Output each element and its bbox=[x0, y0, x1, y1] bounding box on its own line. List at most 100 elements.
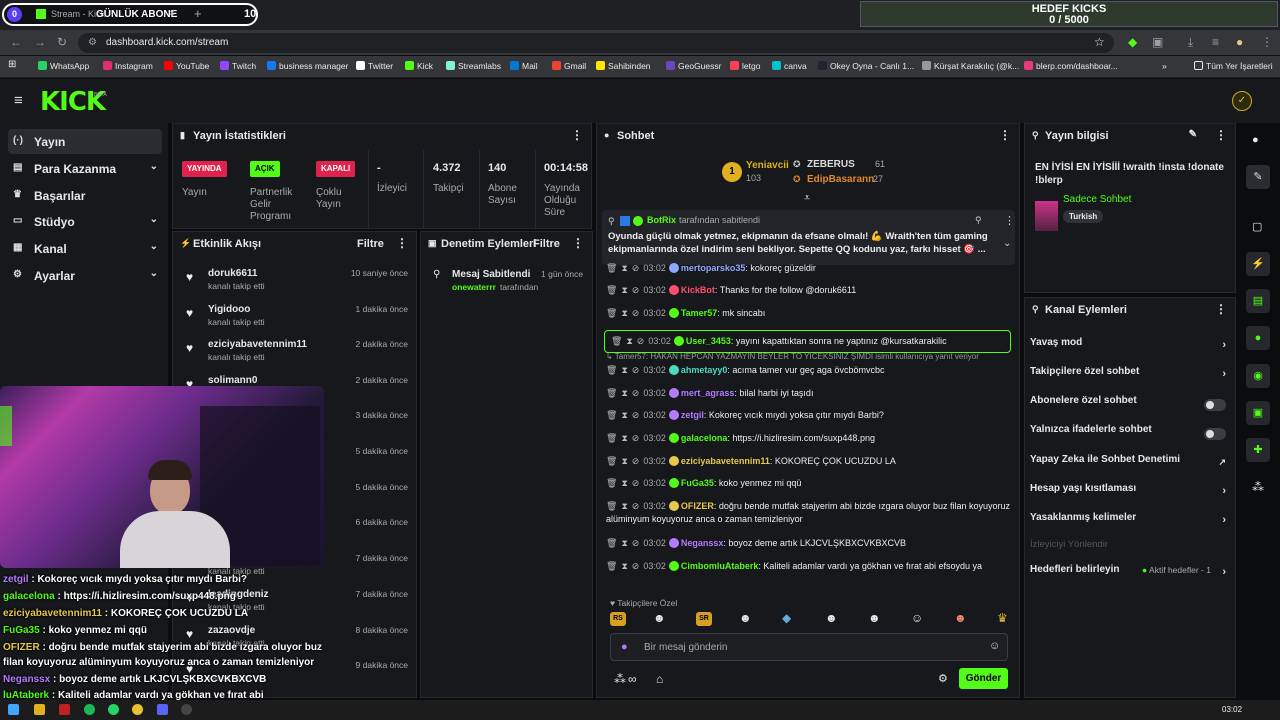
shield-icon[interactable]: ◆ bbox=[1128, 35, 1137, 49]
bookmark-streamlabs[interactable]: Streamlabs bbox=[446, 61, 501, 71]
delete-icon[interactable]: 🗑 bbox=[606, 410, 617, 420]
more-actions-icon[interactable]: ⁂ bbox=[1252, 480, 1264, 494]
emote[interactable]: ☻ bbox=[825, 611, 838, 625]
delete-icon[interactable]: 🗑 bbox=[611, 336, 622, 346]
browser-menu-icon[interactable]: ⋮ bbox=[1261, 35, 1273, 49]
chat-username[interactable]: OFIZER bbox=[681, 501, 714, 511]
all-bookmarks[interactable]: Tüm Yer İşaretleri bbox=[1194, 61, 1273, 71]
chat-username[interactable]: mert_agrass bbox=[681, 388, 735, 398]
sidebar-item-studyo[interactable]: ▭ Stüdyo ⌄ bbox=[8, 209, 162, 234]
media-icon[interactable]: ≡ bbox=[1212, 35, 1219, 49]
more-options-icon[interactable]: ⋮ bbox=[1215, 128, 1227, 142]
timeout-icon[interactable]: ⧗ bbox=[621, 285, 627, 295]
chat-username[interactable]: KickBot bbox=[681, 285, 715, 295]
timeout-icon[interactable]: ⧗ bbox=[621, 410, 627, 420]
bookmark-star-icon[interactable]: ☆ bbox=[1094, 35, 1105, 49]
ban-icon[interactable]: ⊘ bbox=[632, 263, 640, 273]
timeout-icon[interactable]: ⧗ bbox=[621, 538, 627, 548]
more-options-icon[interactable]: ⋮ bbox=[571, 128, 583, 142]
ban-icon[interactable]: ⊘ bbox=[632, 433, 640, 443]
filter-button[interactable]: Filtre bbox=[357, 238, 384, 250]
delete-icon[interactable]: 🗑 bbox=[606, 561, 617, 571]
emote[interactable]: ◆ bbox=[782, 611, 791, 625]
bookmark-blerp[interactable]: blerp.com/dashboar... bbox=[1024, 61, 1118, 71]
kicks-icon[interactable]: ⁂ bbox=[614, 672, 626, 686]
timeout-icon[interactable]: ⧗ bbox=[621, 308, 627, 318]
unpin-icon[interactable]: ⚲ bbox=[975, 215, 982, 226]
chat-username[interactable]: Neganssx bbox=[681, 538, 724, 548]
forward-icon[interactable]: → bbox=[34, 35, 46, 49]
new-tab-button[interactable]: + bbox=[194, 6, 202, 21]
more-options-icon[interactable]: ⋮ bbox=[1215, 302, 1227, 316]
more-options-icon[interactable]: ⋮ bbox=[999, 128, 1011, 142]
pinned-by-user[interactable]: BotRix bbox=[647, 215, 676, 225]
top-gifter-name[interactable]: Yeniavcii bbox=[746, 160, 789, 171]
sidebar-item-para-kazanma[interactable]: ▤ Para Kazanma ⌄ bbox=[8, 156, 162, 181]
send-button[interactable]: Gönder bbox=[959, 668, 1008, 689]
bookmark-business-manager[interactable]: business manager bbox=[267, 61, 348, 71]
timeout-icon[interactable]: ⧗ bbox=[621, 478, 627, 488]
delete-icon[interactable]: 🗑 bbox=[606, 538, 617, 548]
whatsapp-icon[interactable] bbox=[108, 704, 119, 715]
apps-grid-icon[interactable]: ⊞ bbox=[8, 59, 16, 70]
ban-icon[interactable]: ⊘ bbox=[632, 365, 640, 375]
event-user[interactable]: doruk6611 bbox=[208, 268, 257, 279]
delete-icon[interactable]: 🗑 bbox=[606, 285, 617, 295]
microphone-icon[interactable]: ● bbox=[621, 641, 628, 653]
site-info-icon[interactable]: ⚙ bbox=[88, 37, 97, 48]
more-options-icon[interactable]: ⋮ bbox=[396, 236, 408, 250]
quick-action-lightning-icon[interactable]: ⚡ bbox=[1246, 252, 1270, 276]
emote[interactable]: ☻ bbox=[739, 611, 752, 625]
chat-username[interactable]: eziciyabavetennim11 bbox=[681, 456, 770, 466]
chat-username[interactable]: User_3453 bbox=[686, 336, 731, 346]
ai-moderation-option[interactable]: Yapay Zeka ile Sohbet Denetimi ↗ bbox=[1030, 454, 1230, 476]
quick-action-tools-icon[interactable]: ✚ bbox=[1246, 438, 1270, 462]
timeout-icon[interactable]: ⧗ bbox=[621, 365, 627, 375]
ban-icon[interactable]: ⊘ bbox=[632, 501, 640, 511]
chat-username[interactable]: ahmetayy0 bbox=[681, 365, 728, 375]
store-icon[interactable]: ⌂ bbox=[656, 672, 663, 686]
chat-input[interactable]: ● Bir mesaj gönderin ☺ bbox=[610, 633, 1008, 661]
event-user[interactable]: eziciyabavetennim11 bbox=[208, 339, 307, 350]
emote[interactable]: ♛ bbox=[997, 611, 1008, 625]
event-user[interactable]: Yigidooo bbox=[208, 304, 250, 315]
sidebar-item-yayin[interactable]: (·) Yayın bbox=[8, 129, 162, 154]
url-field[interactable]: ⚙ dashboard.kick.com/stream ☆ bbox=[78, 33, 1114, 53]
bookmark-mail[interactable]: Mail bbox=[510, 61, 538, 71]
event-user[interactable]: zazaovdje bbox=[208, 625, 255, 636]
delete-icon[interactable]: 🗑 bbox=[606, 433, 617, 443]
close-tab-icon[interactable]: × bbox=[169, 8, 175, 19]
bookmark-canva[interactable]: canva bbox=[772, 61, 807, 71]
bookmark-twitch[interactable]: Twitch bbox=[220, 61, 256, 71]
timeout-icon[interactable]: ⧗ bbox=[621, 561, 627, 571]
account-age-option[interactable]: Hesap yaşı kısıtlaması › bbox=[1030, 483, 1230, 505]
reload-icon[interactable]: ↻ bbox=[57, 35, 67, 49]
followers-only-option[interactable]: Takipçilere özel sohbet › bbox=[1030, 366, 1230, 388]
extensions-icon[interactable]: ▣ bbox=[1152, 35, 1163, 49]
bookmark-kick[interactable]: Kick bbox=[405, 61, 433, 71]
chat-username[interactable]: galacelona bbox=[681, 433, 728, 443]
chat-username[interactable]: CimbomluAtaberk bbox=[681, 561, 759, 571]
delete-icon[interactable]: 🗑 bbox=[606, 478, 617, 488]
timeout-icon[interactable]: ⧗ bbox=[621, 501, 627, 511]
quick-action-store-icon[interactable]: ▣ bbox=[1246, 401, 1270, 425]
slow-mode-option[interactable]: Yavaş mod › bbox=[1030, 337, 1230, 359]
leader-3-name[interactable]: EdipBasarann bbox=[807, 174, 874, 185]
emote[interactable]: SR bbox=[696, 612, 712, 626]
expand-leaderboard-icon[interactable]: ⩡ bbox=[804, 192, 810, 205]
delete-icon[interactable]: 🗑 bbox=[606, 263, 617, 273]
emote[interactable]: ☺ bbox=[911, 611, 923, 625]
delete-icon[interactable]: 🗑 bbox=[606, 365, 617, 375]
edit-icon[interactable]: ✎ bbox=[1189, 129, 1197, 140]
crop-icon[interactable]: ▢ bbox=[1252, 220, 1262, 233]
more-options-icon[interactable]: ⋮ bbox=[572, 236, 584, 250]
timeout-icon[interactable]: ⧗ bbox=[621, 456, 627, 466]
bookmark-twitter[interactable]: Twitter bbox=[356, 61, 393, 71]
hamburger-menu-icon[interactable]: ≡ bbox=[14, 92, 23, 109]
mod-action-user[interactable]: onewaterrr bbox=[452, 282, 496, 292]
bookmark-kursat[interactable]: Kürşat Karakılıç (@k... bbox=[922, 61, 1019, 71]
emoji-icon[interactable]: ☺ bbox=[989, 640, 1000, 652]
chat-username[interactable]: zetgil bbox=[681, 410, 704, 420]
emote[interactable]: ☻ bbox=[868, 611, 881, 625]
emote[interactable]: RS bbox=[610, 612, 626, 626]
